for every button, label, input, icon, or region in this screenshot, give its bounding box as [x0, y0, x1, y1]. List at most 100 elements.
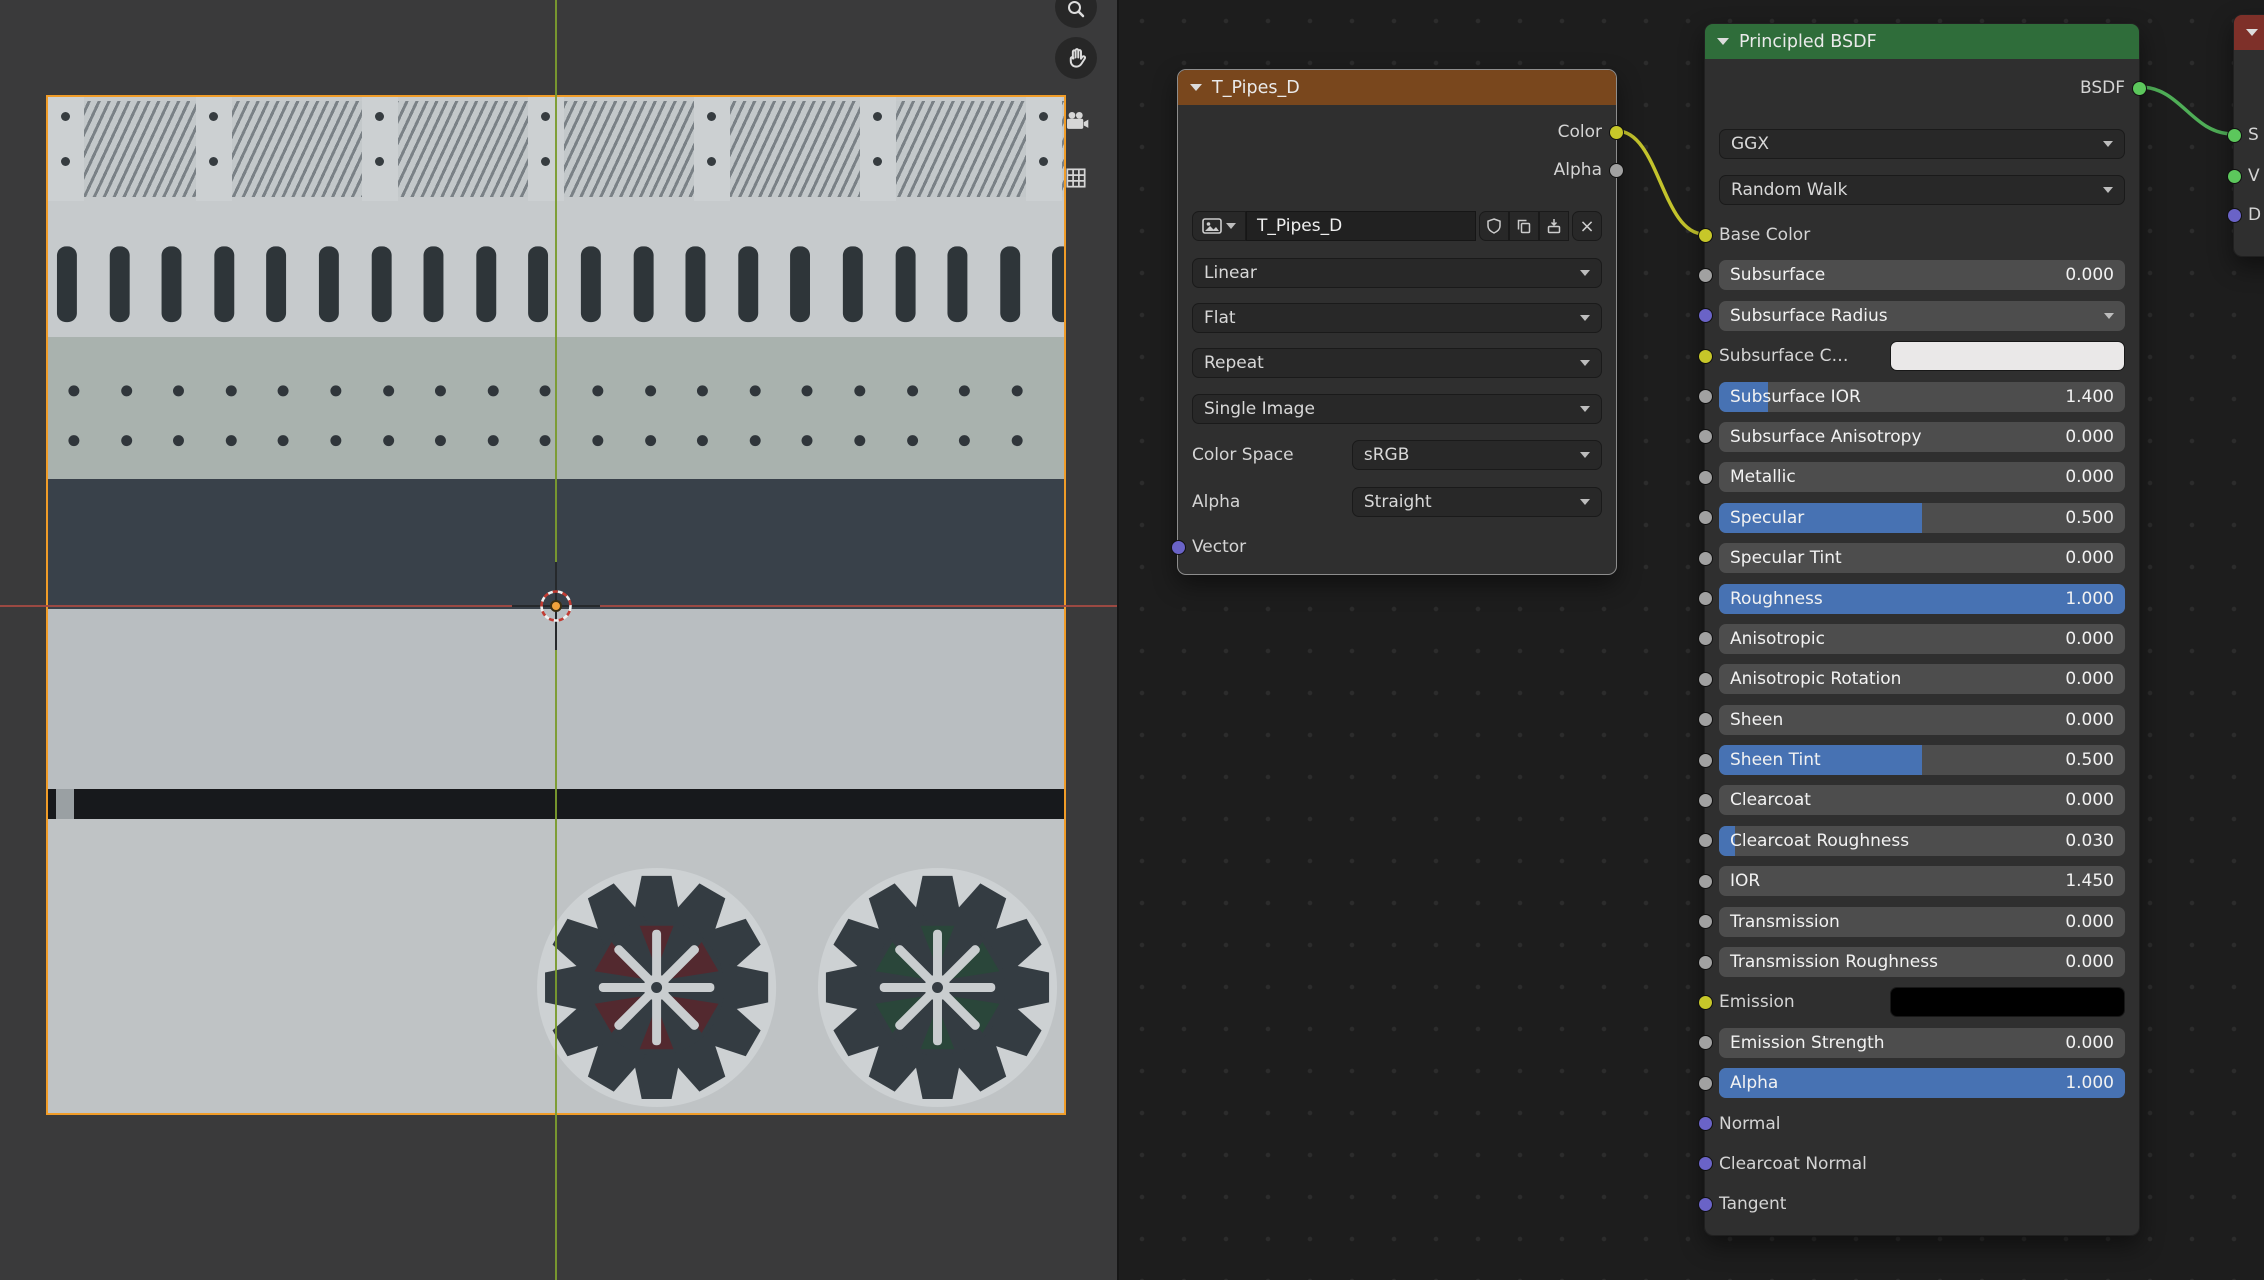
ior-slider[interactable]: IOR 1.450: [1719, 866, 2125, 896]
close-icon: ×: [1579, 216, 1594, 237]
input-socket[interactable]: [1698, 591, 1713, 606]
source-dropdown[interactable]: Single Image: [1192, 394, 1602, 424]
vector-input-row: Vector: [1192, 532, 1602, 562]
anisotropic-rotation-slider[interactable]: Anisotropic Rotation 0.000: [1719, 664, 2125, 694]
input-socket[interactable]: [1698, 753, 1713, 768]
input-socket[interactable]: [1698, 470, 1713, 485]
zoom-gizmo[interactable]: [1055, 0, 1097, 28]
camera-view-button[interactable]: [1055, 100, 1097, 142]
input-socket[interactable]: [1698, 551, 1713, 566]
vector-input-socket[interactable]: [1171, 540, 1186, 555]
transmission-slider[interactable]: Transmission 0.000: [1719, 907, 2125, 937]
alpha-slider[interactable]: Alpha 1.000: [1719, 1068, 2125, 1098]
input-socket[interactable]: [1698, 995, 1713, 1010]
principled-node-header[interactable]: Principled BSDF: [1705, 24, 2139, 59]
input-socket[interactable]: [1698, 833, 1713, 848]
color-output-socket[interactable]: [1609, 125, 1624, 140]
specular-slider[interactable]: Specular 0.500: [1719, 503, 2125, 533]
zoom-magnifier-icon: [1064, 0, 1088, 19]
collapse-caret-icon[interactable]: [1717, 38, 1729, 45]
emission-strength-slider[interactable]: Emission Strength 0.000: [1719, 1028, 2125, 1058]
clearcoat-slider[interactable]: Clearcoat 0.000: [1719, 785, 2125, 815]
image-browser-button[interactable]: [1192, 211, 1246, 241]
vent-slots: [57, 246, 1064, 322]
color-space-dropdown[interactable]: sRGB: [1352, 440, 1602, 470]
color-output-row: Color: [1192, 117, 1602, 147]
pan-gizmo[interactable]: [1055, 37, 1097, 79]
principled-bsdf-node[interactable]: Principled BSDF BSDF GGX Random Walk: [1704, 23, 2140, 1236]
pack-button[interactable]: [1539, 211, 1569, 241]
input-socket[interactable]: [1698, 308, 1713, 323]
subsurface-slider[interactable]: Subsurface 0.000: [1719, 260, 2125, 290]
input-socket[interactable]: [1698, 914, 1713, 929]
subsurface-method-dropdown[interactable]: Random Walk: [1719, 175, 2125, 205]
collapse-caret-icon[interactable]: [2246, 29, 2258, 36]
emission-color-swatch[interactable]: [1890, 987, 2125, 1017]
sheen-slider[interactable]: Sheen 0.000: [1719, 705, 2125, 735]
output-node-header[interactable]: [2234, 15, 2264, 50]
subsurface-anisotropy-slider[interactable]: Subsurface Anisotropy 0.000: [1719, 422, 2125, 452]
specular-tint-slider[interactable]: Specular Tint 0.000: [1719, 543, 2125, 573]
material-output-node[interactable]: S V D: [2233, 14, 2264, 257]
bsdf-output-row: BSDF: [1719, 73, 2125, 103]
duplicate-button[interactable]: [1509, 211, 1539, 241]
image-name-field[interactable]: T_Pipes_D: [1246, 211, 1476, 241]
base-color-input-socket[interactable]: [1698, 228, 1713, 243]
roughness-slider[interactable]: Roughness 1.000: [1719, 584, 2125, 614]
projection-toggle-button[interactable]: [1055, 157, 1097, 199]
input-socket[interactable]: [1698, 349, 1713, 364]
extension-row: Repeat: [1192, 348, 1602, 378]
wire-color-to-basecolor[interactable]: [1617, 131, 1704, 234]
row-base-color: Base Color: [1719, 220, 2125, 250]
metallic-slider[interactable]: Metallic 0.000: [1719, 462, 2125, 492]
alpha-mode-dropdown[interactable]: Straight: [1352, 487, 1602, 517]
input-socket[interactable]: [1698, 672, 1713, 687]
input-socket[interactable]: [1698, 268, 1713, 283]
collapse-caret-icon[interactable]: [1190, 84, 1202, 91]
fake-user-button[interactable]: [1479, 211, 1509, 241]
distribution-dropdown[interactable]: GGX: [1719, 129, 2125, 159]
input-socket[interactable]: [1698, 955, 1713, 970]
input-socket[interactable]: [1698, 1197, 1713, 1212]
clearcoat-roughness-slider[interactable]: Clearcoat Roughness 0.030: [1719, 826, 2125, 856]
projection-dropdown[interactable]: Flat: [1192, 303, 1602, 333]
bsdf-output-socket[interactable]: [2132, 81, 2147, 96]
anisotropic-slider[interactable]: Anisotropic 0.000: [1719, 624, 2125, 654]
subsurface-radius-dropdown[interactable]: Subsurface Radius: [1719, 301, 2125, 331]
alpha-output-socket[interactable]: [1609, 163, 1624, 178]
row-clearcoat-roughness: Clearcoat Roughness 0.030: [1719, 826, 2125, 856]
input-socket[interactable]: [1698, 631, 1713, 646]
unlink-button[interactable]: ×: [1572, 211, 1602, 241]
viewport-3d[interactable]: [0, 0, 1119, 1280]
input-socket[interactable]: [1698, 389, 1713, 404]
pan-hand-icon: [1064, 46, 1089, 71]
input-socket[interactable]: [1698, 874, 1713, 889]
row-specular: Specular 0.500: [1719, 503, 2125, 533]
input-socket[interactable]: [1698, 1076, 1713, 1091]
volume-input-socket[interactable]: [2227, 169, 2242, 184]
wire-bsdf-to-surface[interactable]: [2140, 87, 2233, 134]
row-specular-tint: Specular Tint 0.000: [1719, 543, 2125, 573]
transmission-roughness-slider[interactable]: Transmission Roughness 0.000: [1719, 947, 2125, 977]
sheen-tint-slider[interactable]: Sheen Tint 0.500: [1719, 745, 2125, 775]
input-socket[interactable]: [1698, 510, 1713, 525]
row-displacement-input: D: [2248, 200, 2264, 230]
shader-node-editor[interactable]: T_Pipes_D Color Alpha: [1121, 0, 2264, 1280]
image-texture-node-header[interactable]: T_Pipes_D: [1178, 70, 1616, 105]
surface-input-socket[interactable]: [2227, 128, 2242, 143]
extension-dropdown[interactable]: Repeat: [1192, 348, 1602, 378]
chevron-down-icon: [2103, 141, 2113, 147]
input-socket[interactable]: [1698, 712, 1713, 727]
input-socket[interactable]: [1698, 1156, 1713, 1171]
camera-icon: [1063, 108, 1090, 135]
input-socket[interactable]: [1698, 429, 1713, 444]
alpha-output-row: Alpha: [1192, 155, 1602, 185]
input-socket[interactable]: [1698, 1116, 1713, 1131]
input-socket[interactable]: [1698, 1035, 1713, 1050]
subsurface-color-swatch[interactable]: [1890, 341, 2125, 371]
interpolation-dropdown[interactable]: Linear: [1192, 258, 1602, 288]
input-socket[interactable]: [1698, 793, 1713, 808]
displacement-input-socket[interactable]: [2227, 208, 2242, 223]
subsurface-ior-slider[interactable]: Subsurface IOR 1.400: [1719, 382, 2125, 412]
image-texture-node[interactable]: T_Pipes_D Color Alpha: [1177, 69, 1617, 575]
